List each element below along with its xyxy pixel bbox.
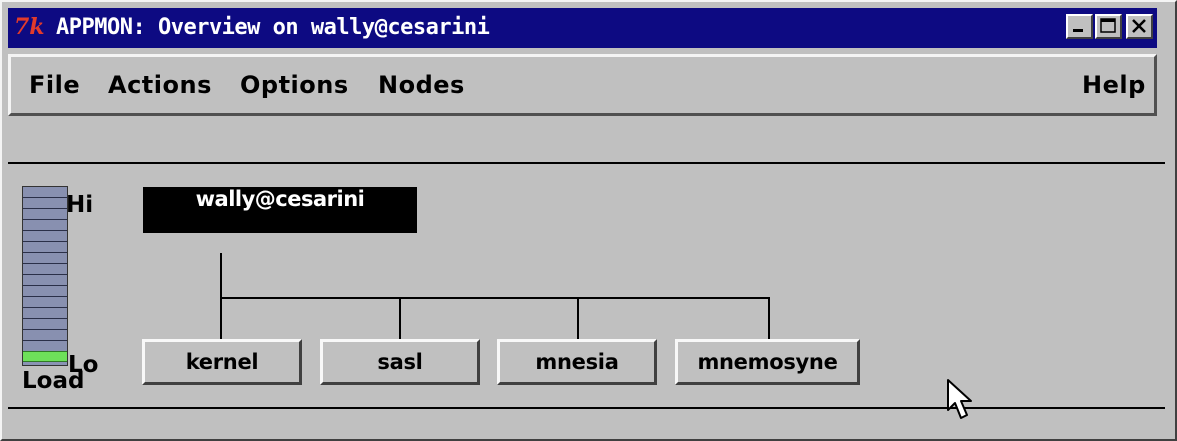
menu-bar: File Actions Options Nodes Help xyxy=(8,54,1157,116)
tree-branch-sasl xyxy=(399,297,401,339)
load-hi-label: Hi xyxy=(66,192,94,218)
title-bar[interactable]: 7k APPMON: Overview on wally@cesarini xyxy=(8,8,1157,48)
menu-nodes[interactable]: Nodes xyxy=(378,71,465,99)
close-icon xyxy=(1132,19,1146,33)
bottom-divider xyxy=(8,407,1165,409)
close-button[interactable] xyxy=(1126,14,1153,39)
tree-branch-mnemosyne xyxy=(768,297,770,339)
tree-trunk xyxy=(220,253,222,299)
load-meter-frame xyxy=(22,186,68,366)
menu-help[interactable]: Help xyxy=(1082,71,1146,99)
menu-options[interactable]: Options xyxy=(240,71,349,99)
minimize-button[interactable] xyxy=(1066,14,1093,39)
tree-bus xyxy=(220,297,770,299)
node-name: wally@cesarini xyxy=(195,187,365,211)
app-kernel-button[interactable]: kernel xyxy=(142,339,302,385)
load-caption: Load xyxy=(22,368,85,394)
menu-file[interactable]: File xyxy=(29,71,80,99)
node-box[interactable]: wally@cesarini xyxy=(143,187,417,233)
minimize-icon xyxy=(1073,29,1083,32)
window-title: APPMON: Overview on wally@cesarini xyxy=(56,15,490,40)
tk-logo-icon: 7k xyxy=(14,14,45,40)
tree-branch-mnesia xyxy=(577,297,579,339)
app-mnesia-button[interactable]: mnesia xyxy=(497,339,657,385)
maximize-icon xyxy=(1100,18,1116,33)
maximize-button[interactable] xyxy=(1095,14,1122,39)
top-divider xyxy=(8,162,1165,164)
tree-branch-kernel xyxy=(220,297,222,339)
mouse-cursor-icon xyxy=(947,379,972,419)
menu-actions[interactable]: Actions xyxy=(108,71,212,99)
app-sasl-button[interactable]: sasl xyxy=(320,339,480,385)
app-mnemosyne-button[interactable]: mnemosyne xyxy=(675,339,860,385)
